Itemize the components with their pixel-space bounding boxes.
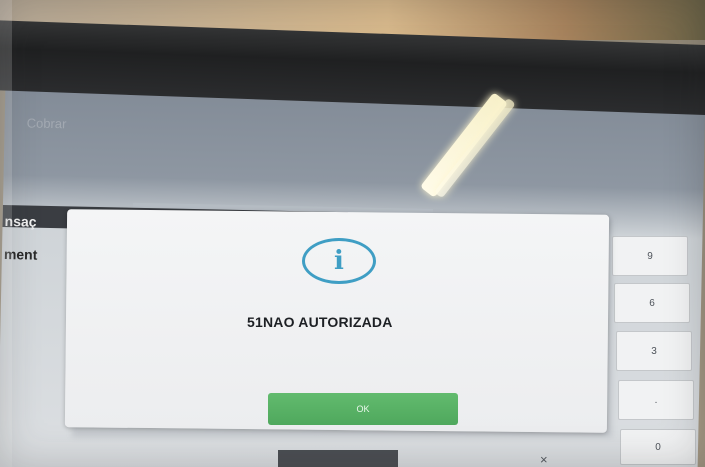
keypad-key-dot[interactable]: . bbox=[618, 380, 694, 420]
ok-button[interactable]: OK bbox=[268, 393, 458, 425]
keypad-key-9[interactable]: 9 bbox=[612, 236, 688, 276]
info-icon: i bbox=[302, 238, 376, 284]
dialog-message: 51NAO AUTORIZADA bbox=[247, 314, 393, 330]
keypad-key-6[interactable]: 6 bbox=[614, 283, 690, 323]
background-bottom-panel bbox=[278, 450, 398, 467]
keypad-key-0[interactable]: 0 bbox=[620, 429, 696, 465]
background-header-label: Cobrar bbox=[26, 115, 67, 132]
info-icon-glyph: i bbox=[334, 246, 344, 276]
keypad-key-3[interactable]: 3 bbox=[616, 331, 692, 371]
photo-of-terminal-screen: Cobrar nsaç ment 9 6 3 . 0 × i 51NAO AUT… bbox=[0, 0, 705, 467]
keypad-clear-key[interactable]: × bbox=[540, 452, 548, 467]
left-edge-glare bbox=[0, 0, 12, 467]
